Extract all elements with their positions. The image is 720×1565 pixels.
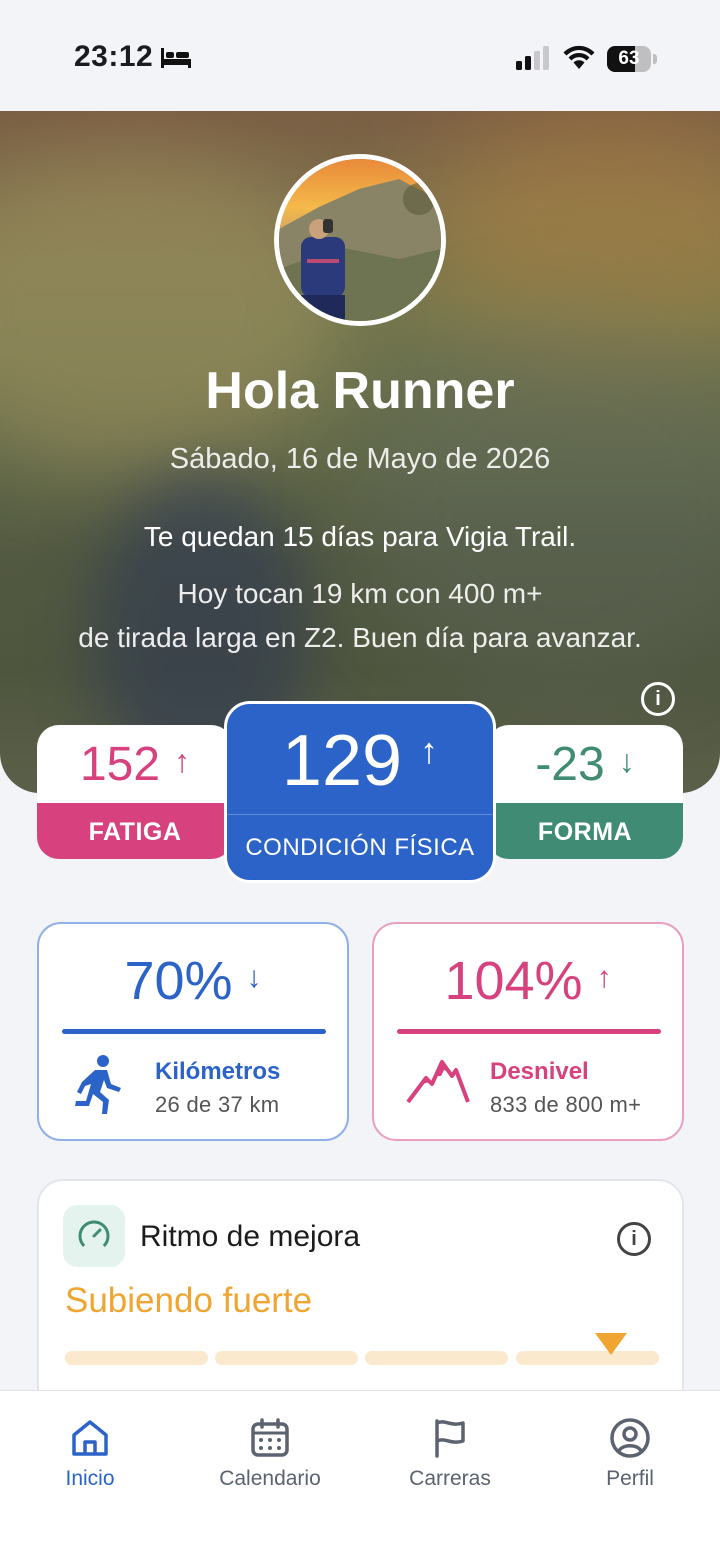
level-pointer-icon: [595, 1333, 627, 1355]
tab-inicio[interactable]: Inicio: [0, 1417, 180, 1491]
fatiga-value-row: 152 ↑: [37, 737, 233, 792]
training-plan-text: Hoy tocan 19 km con 400 m+ de tirada lar…: [0, 572, 720, 660]
desnivel-percent-row: 104% ↑: [374, 950, 682, 1012]
level-segment: [65, 1351, 208, 1365]
greeting-title: Hola Runner: [205, 362, 515, 420]
home-icon: [72, 1420, 108, 1456]
calendar-icon: [251, 1418, 289, 1457]
plan-line-1: Hoy tocan 19 km con 400 m+: [177, 578, 543, 609]
forma-label: FORMA: [487, 803, 683, 859]
condicion-value-row: 129 ↑: [227, 720, 493, 802]
current-date: Sábado, 16 de Mayo de 2026: [169, 443, 551, 475]
sleep-mode-icon: [161, 48, 191, 68]
profile-avatar[interactable]: [274, 154, 446, 326]
forma-value: -23: [535, 738, 605, 791]
fatiga-value: 152: [79, 738, 161, 791]
trend-down-icon: ↓: [246, 961, 262, 994]
tab-label: Carreras: [409, 1467, 491, 1490]
tab-calendario[interactable]: Calendario: [180, 1417, 360, 1491]
desnivel-percent: 104%: [444, 951, 583, 1011]
kilometros-detail: 26 de 37 km: [155, 1092, 280, 1117]
condicion-label: CONDICIÓN FÍSICA: [245, 834, 475, 861]
battery-percent: 63: [618, 48, 640, 69]
tab-label: Inicio: [65, 1467, 115, 1490]
fatiga-metric[interactable]: 152 ↑ FATIGA: [37, 725, 233, 859]
kilometros-percent-row: 70% ↓: [39, 950, 347, 1012]
gauge-icon: [63, 1205, 125, 1267]
info-icon[interactable]: i: [641, 682, 675, 716]
race-countdown: Te quedan 15 días para Vigia Trail.: [143, 521, 577, 552]
forma-metric[interactable]: -23 ↓ FORMA: [487, 725, 683, 859]
wifi-icon: [563, 45, 595, 69]
info-icon[interactable]: i: [617, 1222, 651, 1256]
tab-label: Perfil: [606, 1467, 654, 1490]
hero-banner: Hola Runner Sábado, 16 de Mayo de 2026 T…: [0, 111, 720, 793]
ritmo-mejora-title: Ritmo de mejora: [140, 1220, 361, 1253]
tab-label: Calendario: [219, 1467, 321, 1490]
tab-carreras[interactable]: Carreras: [360, 1417, 540, 1491]
desnivel-title: Desnivel: [490, 1058, 589, 1085]
condicion-fisica-metric[interactable]: 129 ↑ CONDICIÓN FÍSICA: [224, 701, 496, 883]
level-segment: [215, 1351, 358, 1365]
runner-icon: [75, 1055, 121, 1114]
plan-line-2: de tirada larga en Z2. Buen día para ava…: [78, 622, 642, 653]
fatiga-label: FATIGA: [37, 803, 233, 859]
divider: [227, 814, 493, 815]
battery-indicator: 63: [607, 46, 657, 72]
level-segment: [365, 1351, 508, 1365]
trend-up-icon: ↑: [420, 730, 439, 771]
desnivel-progress-bar: [397, 1029, 661, 1034]
trend-up-icon: ↑: [174, 743, 191, 779]
trend-up-icon: ↑: [596, 961, 612, 994]
mountain-icon: [406, 1060, 470, 1104]
ritmo-mejora-status: Subiendo fuerte: [65, 1281, 313, 1320]
kilometros-percent: 70%: [124, 951, 233, 1011]
flag-icon: [435, 1419, 465, 1458]
cellular-signal-icon: [516, 46, 549, 70]
kilometros-progress-bar: [62, 1029, 326, 1034]
condicion-value: 129: [281, 721, 403, 801]
status-bar: 23:12 63: [0, 0, 720, 110]
kilometros-goal-card[interactable]: 70% ↓ Kilómetros 26 de 37 km: [37, 922, 349, 1141]
desnivel-detail: 833 de 800 m+: [490, 1092, 642, 1117]
kilometros-title: Kilómetros: [155, 1058, 281, 1085]
tab-perfil[interactable]: Perfil: [540, 1417, 720, 1491]
profile-icon: [610, 1418, 650, 1458]
level-segment: [516, 1351, 659, 1365]
status-time: 23:12: [74, 40, 154, 73]
desnivel-goal-card[interactable]: 104% ↑ Desnivel 833 de 800 m+: [372, 922, 684, 1141]
home-screen: 23:12 63 Hola Runner Sábado, 16 de Mayo …: [0, 0, 720, 1565]
avatar-photo: [279, 159, 441, 321]
trend-down-icon: ↓: [618, 743, 635, 779]
bottom-tab-bar: Inicio Calendario Carreras Perfil: [0, 1390, 720, 1565]
forma-value-row: -23 ↓: [487, 737, 683, 792]
